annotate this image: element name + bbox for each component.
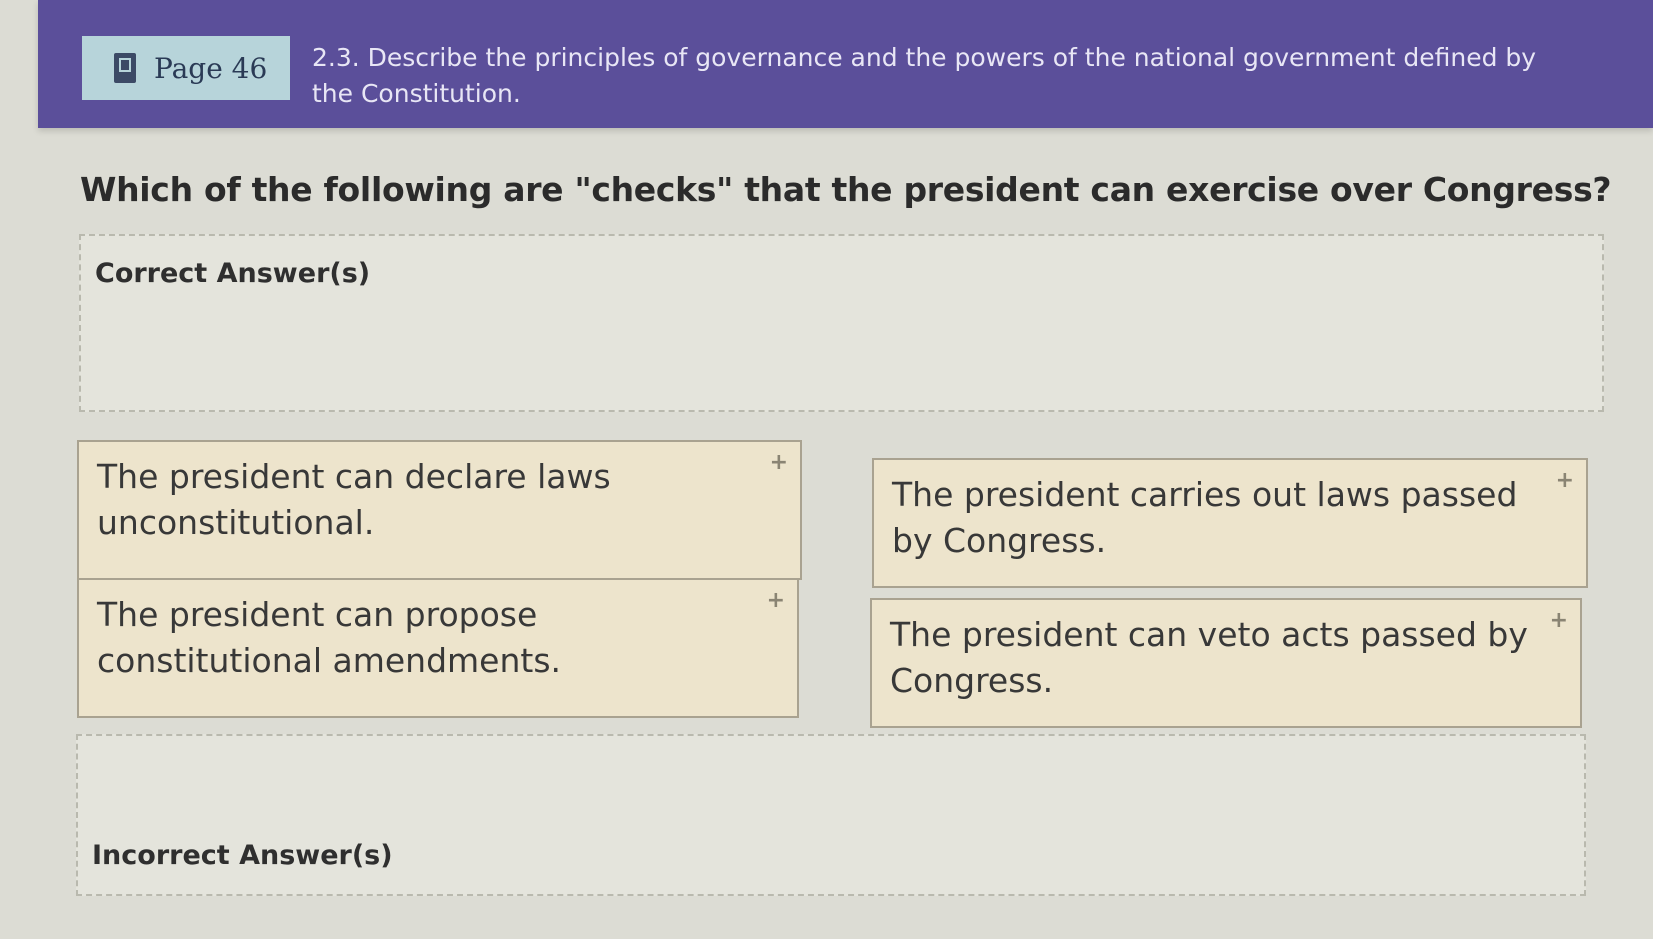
plus-icon[interactable]: + — [770, 452, 788, 474]
answer-option-text: The president can propose constitutional… — [97, 595, 562, 680]
answer-option-text: The president can declare laws unconstit… — [97, 457, 611, 542]
plus-icon[interactable]: + — [1550, 610, 1568, 632]
incorrect-answers-title: Incorrect Answer(s) — [92, 840, 393, 871]
answer-option-text: The president carries out laws passed by… — [892, 475, 1518, 560]
incorrect-answers-dropzone[interactable]: Incorrect Answer(s) — [76, 734, 1586, 896]
answer-option[interactable]: The president can declare laws unconstit… — [77, 440, 802, 580]
answer-option[interactable]: The president carries out laws passed by… — [872, 458, 1588, 588]
page-reference-button[interactable]: Page 46 — [82, 36, 290, 100]
learning-objective: 2.3. Describe the principles of governan… — [312, 43, 1537, 108]
answer-option[interactable]: The president can veto acts passed by Co… — [870, 598, 1582, 728]
plus-icon[interactable]: + — [1556, 470, 1574, 492]
correct-answers-title: Correct Answer(s) — [95, 258, 371, 289]
answer-option-text: The president can veto acts passed by Co… — [890, 615, 1528, 700]
correct-answers-dropzone[interactable]: Correct Answer(s) — [79, 234, 1604, 412]
question-text: Which of the following are "checks" that… — [80, 170, 1612, 209]
answer-option[interactable]: The president can propose constitutional… — [77, 578, 799, 718]
page-tab-label: Page 46 — [154, 51, 268, 85]
book-icon — [114, 53, 136, 83]
plus-icon[interactable]: + — [767, 590, 785, 612]
